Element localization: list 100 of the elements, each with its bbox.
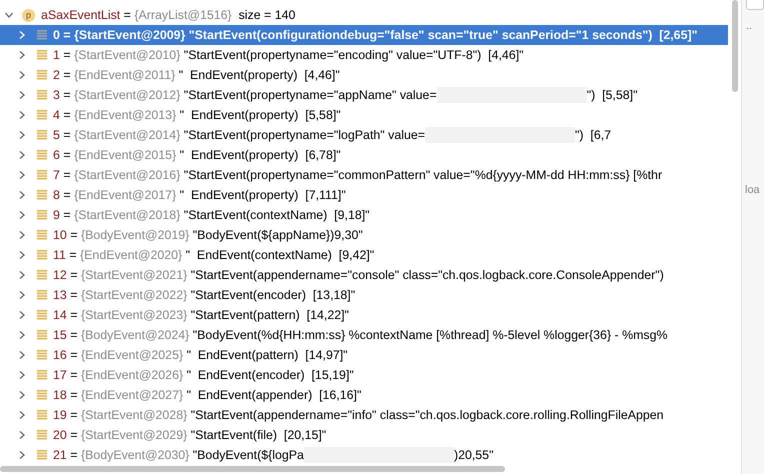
equals-text: = <box>122 8 132 22</box>
list-icon <box>37 70 47 80</box>
hint-text: loa <box>745 184 760 196</box>
index-text: 13 <box>53 288 67 302</box>
object-ref: {ArrayList@1516} <box>134 8 232 22</box>
tree-row[interactable]: 21 = {BodyEvent@2030} "BodyEvent(${logPa )20,55" <box>0 445 728 465</box>
list-icon <box>37 430 47 440</box>
index-text: 11 <box>53 248 66 262</box>
index-text: 6 <box>53 148 60 162</box>
tree-row[interactable]: 20 = {StartEvent@2029} "StartEvent(file) [20,15]" <box>0 425 728 445</box>
list-icon <box>37 290 47 300</box>
vertical-scrollbar[interactable] <box>732 0 738 92</box>
equals-text: = <box>69 408 78 422</box>
object-ref: {EndEvent@2013} <box>74 108 176 122</box>
index-text: 16 <box>53 348 67 362</box>
tree-row[interactable]: 2 = {EndEvent@2011} " EndEvent(property) [4,46]" <box>0 65 728 85</box>
value-text: "StartEvent(propertyname="appName" value= <box>184 88 437 102</box>
list-icon <box>37 130 47 140</box>
object-ref: {EndEvent@2017} <box>74 188 176 202</box>
equals-text: = <box>69 348 78 362</box>
index-text: 17 <box>53 368 67 382</box>
value-text: " EndEvent(property) [6,78]" <box>180 148 341 162</box>
tree-row[interactable]: 3 = {StartEvent@2012} "StartEvent(propertyname="appName" value= ") [5,58]" <box>0 85 728 105</box>
equals-text: = <box>62 208 72 222</box>
equals-text: = <box>69 428 78 442</box>
tree-row[interactable]: 8 = {EndEvent@2017} " EndEvent(property) [7,111]" <box>0 185 728 205</box>
tree-row[interactable]: 13 = {StartEvent@2022} "StartEvent(encoder) [13,18]" <box>0 285 728 305</box>
index-text: 7 <box>53 168 60 182</box>
value-text: "StartEvent(propertyname="encoding" value="UTF-8") [4,46]" <box>184 48 524 62</box>
tree-row[interactable]: 9 = {StartEvent@2018} "StartEvent(contextName) [9,18]" <box>0 205 728 225</box>
object-ref: {StartEvent@2009} <box>74 28 186 42</box>
object-ref: {StartEvent@2014} <box>74 128 180 142</box>
list-icon <box>37 50 47 60</box>
object-ref: {BodyEvent@2024} <box>80 328 190 342</box>
list-icon <box>37 210 47 220</box>
tree-row[interactable]: 10 = {BodyEvent@2019} "BodyEvent(${appName})9,30" <box>0 225 728 245</box>
value-text: "BodyEvent(%d{HH:mm:ss} %contextName [%thread] %-5level %logger{36} - %msg% <box>192 328 668 342</box>
object-ref: {EndEvent@2020} <box>80 248 182 262</box>
tree-row[interactable]: 4 = {EndEvent@2013} " EndEvent(property) [5,58]" <box>0 105 728 125</box>
equals-text: = <box>62 168 72 182</box>
object-ref: {StartEvent@2018} <box>74 208 180 222</box>
variable-name: aSaxEventList <box>41 8 120 22</box>
object-ref: {StartEvent@2021} <box>80 268 188 282</box>
object-ref: {StartEvent@2016} <box>74 168 180 182</box>
value-text: " EndEvent(appender) [16,16]" <box>186 388 362 402</box>
tree-row[interactable]: 18 = {EndEvent@2027} " EndEvent(appender) [16,16]" <box>0 385 728 405</box>
equals-text: = <box>62 88 72 102</box>
value-text: "StartEvent(appendername="console" class="ch.qos.logback.core.ConsoleAppender") <box>190 268 664 282</box>
tree-row[interactable]: 14 = {StartEvent@2023} "StartEvent(pattern) [14,22]" <box>0 305 728 325</box>
value-text: " EndEvent(encoder) [15,19]" <box>186 368 354 382</box>
list-icon <box>37 110 47 120</box>
equals-text: = <box>69 308 78 322</box>
index-text: 14 <box>53 308 67 322</box>
list-icon <box>37 270 47 280</box>
equals-text: = <box>62 128 72 142</box>
value-text: "BodyEvent(${appName})9,30" <box>192 228 363 242</box>
tree-row[interactable]: 1 = {StartEvent@2010} "StartEvent(propertyname="encoding" value="UTF-8") [4,46]" <box>0 45 728 65</box>
object-ref: {StartEvent@2029} <box>80 428 188 442</box>
tree-row[interactable]: 17 = {EndEvent@2026} " EndEvent(encoder) [15,19]" <box>0 365 728 385</box>
equals-text: = <box>69 328 78 342</box>
list-icon <box>37 150 47 160</box>
index-text: 15 <box>53 328 67 342</box>
equals-text: = <box>62 188 72 202</box>
tree-row[interactable]: 19 = {StartEvent@2028} "StartEvent(appendername="info" class="ch.qos.logback.core.rolling.RollingFileAppen <box>0 405 728 425</box>
equals-text: = <box>69 228 78 242</box>
list-icon <box>37 190 47 200</box>
tree-row[interactable]: 16 = {EndEvent@2025} " EndEvent(pattern) [14,97]" <box>0 345 728 365</box>
index-text: 19 <box>53 408 67 422</box>
index-text: 10 <box>53 228 67 242</box>
index-text: 18 <box>53 388 67 402</box>
object-ref: {StartEvent@2012} <box>74 88 180 102</box>
list-icon <box>37 390 47 400</box>
list-icon <box>37 30 47 40</box>
list-icon <box>37 330 47 340</box>
value-text: "StartEvent(appendername="info" class="ch.qos.logback.core.rolling.RollingFileAppen <box>190 408 664 422</box>
expand-chevron-icon[interactable] <box>4 10 14 20</box>
object-ref: {EndEvent@2026} <box>80 368 184 382</box>
equals-text: = <box>69 268 78 282</box>
value-text: " EndEvent(property) [5,58]" <box>180 108 341 122</box>
object-ref: {StartEvent@2023} <box>80 308 188 322</box>
list-icon <box>37 310 47 320</box>
tree-row[interactable]: 0 = {StartEvent@2009} "StartEvent(configurationdebug="false" scan="true" scanPeriod="1 seconds") [2,65]" <box>0 25 728 45</box>
horizontal-scrollbar[interactable] <box>0 466 505 472</box>
value-text: " EndEvent(contextName) [9,42]" <box>186 248 374 262</box>
tree-row[interactable]: 11 = {EndEvent@2020} " EndEvent(contextName) [9,42]" <box>0 245 728 265</box>
equals-text: = <box>62 108 72 122</box>
equals-text: = <box>69 368 78 382</box>
value-text: "StartEvent(contextName) [9,18]" <box>184 208 370 222</box>
list-icon <box>37 250 47 260</box>
breadcrumb-text: .. <box>746 20 752 32</box>
tree-row[interactable]: 12 = {StartEvent@2021} "StartEvent(appendername="console" class="ch.qos.logback.core.ConsoleAppender") <box>0 265 728 285</box>
index-text: 21 <box>53 448 67 462</box>
tree-row[interactable]: 5 = {StartEvent@2014} "StartEvent(propertyname="logPath" value= ") [6,7 <box>0 125 728 145</box>
tree-row[interactable]: 7 = {StartEvent@2016} "StartEvent(propertyname="commonPattern" value="%d{yyyy-MM-dd HH:mm:ss} [%thr <box>0 165 728 185</box>
index-text: 4 <box>53 108 60 122</box>
tree-row[interactable]: 15 = {BodyEvent@2024} "BodyEvent(%d{HH:mm:ss} %contextName [%thread] %-5level %logger{36} - %msg% <box>0 325 728 345</box>
index-text: 12 <box>53 268 67 282</box>
tree-row[interactable]: 6 = {EndEvent@2015} " EndEvent(property) [6,78]" <box>0 145 728 165</box>
list-icon <box>37 230 47 240</box>
index-text: 0 <box>53 28 60 42</box>
